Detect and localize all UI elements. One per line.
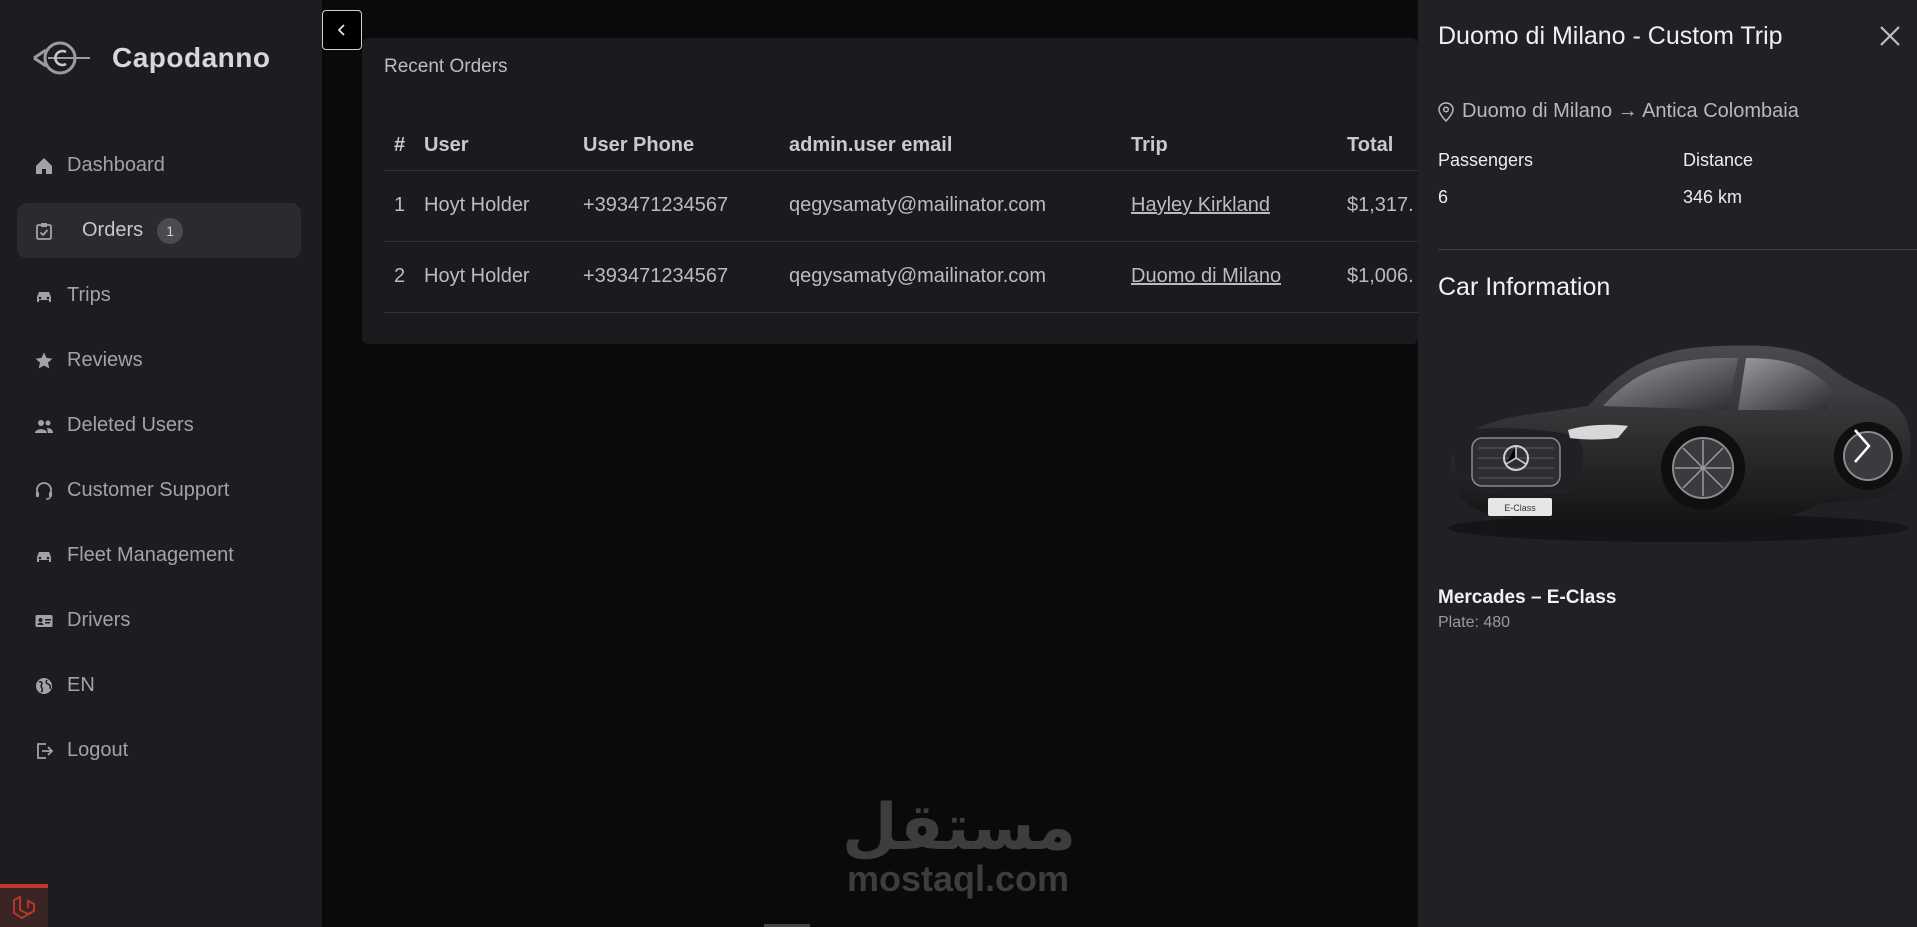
car-badge-text: E-Class [1504, 503, 1536, 513]
car-plate: Plate: 480 [1438, 614, 1511, 631]
sidebar-item-dashboard[interactable]: Dashboard [17, 138, 301, 193]
cell-phone: +393471234567 [583, 170, 789, 242]
column-header: # [384, 121, 424, 171]
cell-number: 2 [384, 241, 424, 313]
cell-total: $1,317. [1347, 170, 1418, 242]
sidebar-item-label: Fleet Management [67, 544, 234, 566]
sidebar-item-language[interactable]: EN [17, 658, 301, 713]
watermark: مستقل mostaql.com [842, 791, 1077, 899]
route-text: Duomo di Milano → Antica Colombaia [1462, 100, 1799, 122]
map-pin-icon [1438, 101, 1454, 122]
logout-icon [37, 742, 54, 759]
table-header-row: # User User Phone admin.user email Trip … [384, 121, 1418, 171]
passengers-label: Passengers [1438, 150, 1534, 170]
cell-total: $1,006. [1347, 241, 1418, 313]
clipboard-check-icon [36, 222, 52, 240]
drawer-title: Duomo di Milano - Custom Trip [1438, 22, 1783, 50]
distance-label: Distance [1683, 150, 1754, 170]
sidebar-item-drivers[interactable]: Drivers [17, 593, 301, 648]
brand-logo[interactable]: Capodanno [30, 36, 271, 80]
column-header: User [424, 121, 583, 171]
laravel-logo-icon [13, 895, 35, 919]
sidebar-item-label: Logout [67, 739, 129, 761]
orders-count-badge: 1 [157, 217, 184, 244]
table-row[interactable]: 2 Hoyt Holder +393471234567 qegysamaty@m… [384, 241, 1418, 313]
sidebar: Capodanno Dashboard Orders 1 Trips Revie… [0, 0, 322, 927]
column-header: admin.user email [789, 121, 1131, 171]
cell-number: 1 [384, 170, 424, 242]
sidebar-item-customer-support[interactable]: Customer Support [17, 463, 301, 518]
watermark-latin: mostaql.com [846, 858, 1070, 899]
column-header: Trip [1131, 121, 1347, 171]
sidebar-nav: Dashboard Orders 1 Trips Reviews Deleted… [17, 138, 301, 788]
close-icon[interactable] [1876, 22, 1904, 50]
cell-trip: Duomo di Milano [1131, 241, 1347, 313]
sidebar-item-label: Deleted Users [67, 414, 194, 436]
cell-email: qegysamaty@mailinator.com [789, 241, 1131, 313]
sidebar-item-label: EN [67, 674, 95, 696]
section-divider [1438, 249, 1917, 250]
sidebar-item-orders[interactable]: Orders 1 [17, 203, 301, 258]
chevron-left-icon [337, 24, 345, 36]
sidebar-item-label: Drivers [67, 609, 131, 631]
cell-user: Hoyt Holder [424, 241, 583, 313]
table-row[interactable]: 1 Hoyt Holder +393471234567 qegysamaty@m… [384, 170, 1418, 242]
debug-toolbar-toggle[interactable] [0, 884, 48, 927]
cell-trip: Hayley Kirkland [1131, 170, 1347, 242]
collapse-sidebar-button[interactable] [322, 10, 362, 50]
headset-icon [36, 481, 52, 500]
trip-details-drawer: Duomo di Milano - Custom Trip Duomo di M… [1418, 0, 1917, 927]
chevron-right-icon[interactable] [1845, 426, 1877, 466]
trip-link[interactable]: Hayley Kirkland [1131, 194, 1270, 216]
cell-email: qegysamaty@mailinator.com [789, 170, 1131, 242]
logo-mark-icon [33, 41, 90, 75]
sidebar-item-label: Dashboard [67, 154, 165, 176]
column-header: User Phone [583, 121, 789, 171]
passengers-value: 6 [1438, 187, 1449, 207]
sidebar-item-deleted-users[interactable]: Deleted Users [17, 398, 301, 453]
sidebar-item-trips[interactable]: Trips [17, 268, 301, 323]
id-card-icon [35, 614, 53, 627]
card-title: Recent Orders [384, 56, 508, 77]
sidebar-item-label: Orders [82, 219, 144, 241]
sidebar-item-logout[interactable]: Logout [17, 723, 301, 778]
sidebar-item-fleet-management[interactable]: Fleet Management [17, 528, 301, 583]
home-icon [36, 157, 52, 174]
column-header: Total [1347, 121, 1418, 171]
car-name: Mercades – E-Class [1438, 587, 1617, 608]
sidebar-item-reviews[interactable]: Reviews [17, 333, 301, 388]
sidebar-item-label: Reviews [67, 349, 143, 371]
watermark-arabic: مستقل [842, 791, 1077, 865]
trip-link[interactable]: Duomo di Milano [1131, 265, 1281, 287]
globe-icon [36, 677, 52, 694]
users-icon [35, 419, 53, 433]
sidebar-item-label: Customer Support [67, 479, 230, 501]
app-name: Capodanno [112, 42, 271, 73]
car-icon [37, 291, 51, 302]
cell-phone: +393471234567 [583, 241, 789, 313]
distance-value: 346 km [1683, 187, 1743, 207]
trip-route: Duomo di Milano → Antica Colombaia [1438, 100, 1799, 123]
orders-table: # User User Phone admin.user email Trip … [384, 121, 1418, 313]
recent-orders-card: Recent Orders # User User Phone admin.us… [362, 38, 1418, 344]
car-information-title: Car Information [1438, 273, 1611, 301]
cell-user: Hoyt Holder [424, 170, 583, 242]
car-icon [37, 551, 51, 562]
sidebar-item-label: Trips [67, 284, 111, 306]
star-icon [35, 352, 53, 368]
